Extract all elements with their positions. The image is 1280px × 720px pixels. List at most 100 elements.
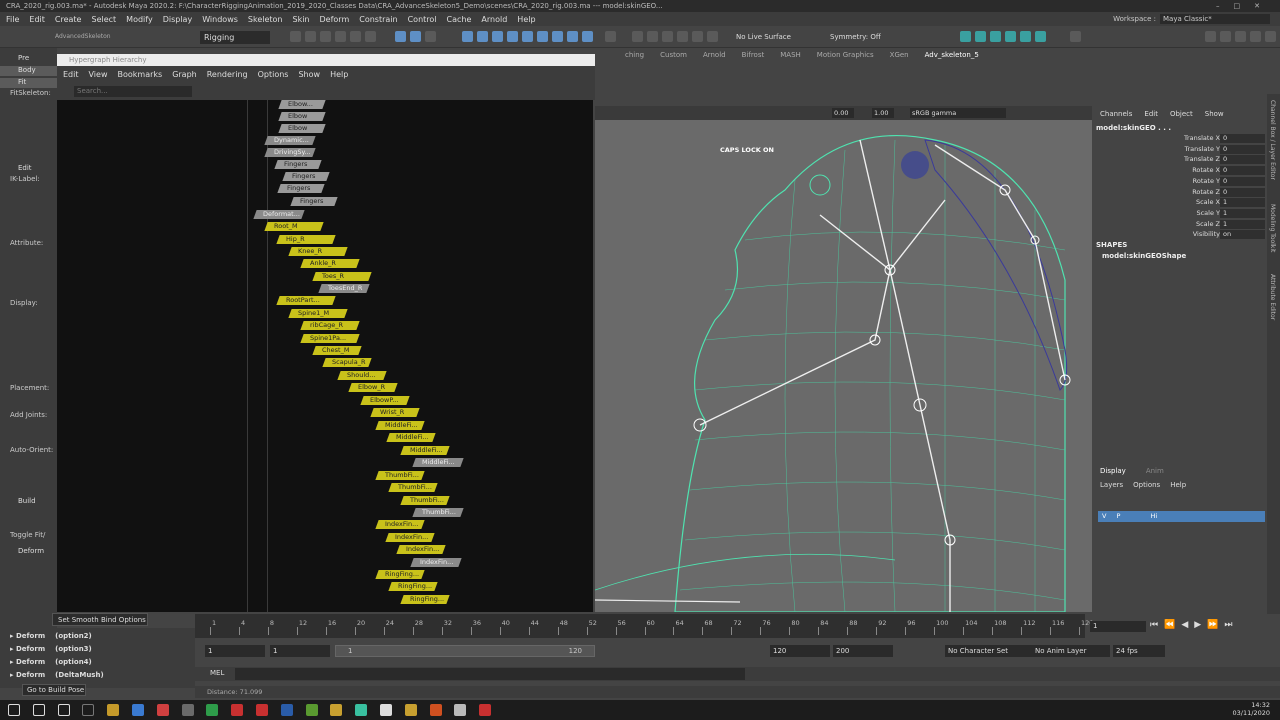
menu-file[interactable]: File	[6, 15, 19, 24]
layer-name[interactable]: Hi	[1151, 512, 1158, 520]
app-icon[interactable]	[454, 704, 467, 716]
step-forward-icon[interactable]: ⏩	[1207, 620, 1218, 630]
toolbar-tool-icon[interactable]	[537, 31, 548, 42]
toolbar-tool-icon[interactable]	[320, 31, 331, 42]
hierarchy-node[interactable]: Spine1_M	[288, 309, 348, 318]
hierarchy-node[interactable]: IndexFin...	[375, 520, 425, 529]
channel-attr-value[interactable]: 0	[1220, 187, 1265, 197]
hierarchy-node[interactable]: ThumbFi...	[375, 471, 425, 480]
playback-end-field[interactable]: 120	[770, 645, 830, 657]
file-explorer-icon[interactable]	[107, 704, 120, 716]
hierarchy-node[interactable]: RingFing...	[400, 595, 450, 604]
advskel-item[interactable]: Body	[0, 66, 57, 76]
hypergraph-menu-item[interactable]: Options	[258, 70, 289, 79]
channel-attr-name[interactable]: Translate X	[1150, 134, 1220, 142]
toolbar-tool-icon[interactable]	[395, 31, 406, 42]
start-time-field[interactable]: 1	[205, 645, 265, 657]
tab-attribute-editor[interactable]: Attribute Editor	[1269, 274, 1276, 320]
shelf-tab[interactable]: MASH	[780, 51, 801, 59]
toolbar-tool-icon[interactable]	[647, 31, 658, 42]
command-input[interactable]	[235, 668, 745, 680]
toolbar-tool-icon[interactable]	[335, 31, 346, 42]
hierarchy-node[interactable]: Toes_R	[312, 272, 372, 281]
advskel-item[interactable]: Build	[0, 497, 57, 507]
menu-skeleton[interactable]: Skeleton	[248, 15, 283, 24]
tab-modeling-toolkit[interactable]: Modeling Toolkit	[1269, 204, 1276, 252]
menu-help[interactable]: Help	[517, 15, 535, 24]
toolbar-tool-icon[interactable]	[1205, 31, 1216, 42]
anim-layer-dropdown[interactable]: No Anim Layer	[1032, 645, 1110, 657]
hierarchy-node[interactable]: ThumbFi...	[388, 483, 438, 492]
hierarchy-node[interactable]: Fingers	[282, 172, 330, 181]
hierarchy-node[interactable]: Elbow	[278, 112, 326, 121]
hierarchy-node[interactable]: MiddleFi...	[400, 446, 450, 455]
hypergraph-canvas[interactable]: Elbow... Elbow Elbow Dynamic... DrivingSy...…	[57, 100, 593, 612]
hierarchy-node[interactable]: Fingers	[274, 160, 322, 169]
hierarchy-node[interactable]: Elbow_R	[348, 383, 398, 392]
shelf-tab[interactable]: Motion Graphics	[817, 51, 874, 59]
tab-display[interactable]: Display	[1100, 467, 1126, 475]
app-icon[interactable]	[330, 704, 343, 716]
deform-row[interactable]: ▸ Deform (option4)	[10, 658, 92, 666]
hierarchy-node[interactable]: Ankle_R	[300, 259, 360, 268]
playback-start-field[interactable]: 1	[270, 645, 330, 657]
gamma-field[interactable]: 1.00	[872, 108, 894, 118]
channel-attr-value[interactable]: 1	[1220, 208, 1265, 218]
end-time-field[interactable]: 200	[833, 645, 893, 657]
hypergraph-menu-item[interactable]: Rendering	[207, 70, 248, 79]
window-controls[interactable]: –□✕	[1216, 0, 1274, 12]
channel-attr-name[interactable]: Rotate Y	[1150, 177, 1220, 185]
channel-attr-value[interactable]: on	[1220, 230, 1265, 240]
hypergraph-menu-item[interactable]: Show	[298, 70, 320, 79]
layer-menu-options[interactable]: Options	[1133, 481, 1160, 489]
channel-attr-value[interactable]: 1	[1220, 219, 1265, 229]
toolbar-tool-icon[interactable]	[1250, 31, 1261, 42]
hierarchy-node[interactable]: RingFing...	[375, 570, 425, 579]
go-to-start-icon[interactable]: ⏮	[1150, 620, 1158, 630]
advskel-item[interactable]: Deform	[0, 547, 57, 557]
toolbar-tool-icon[interactable]	[632, 31, 643, 42]
hierarchy-node[interactable]: Elbow	[278, 124, 326, 133]
app-icon[interactable]	[181, 704, 194, 716]
hypergraph-menu-item[interactable]: Bookmarks	[117, 70, 162, 79]
toolbar-tool-icon[interactable]	[1035, 31, 1046, 42]
hypergraph-search-input[interactable]: Search...	[74, 86, 192, 97]
spotify-icon[interactable]	[206, 704, 219, 716]
channel-attr-value[interactable]: 0	[1220, 155, 1265, 165]
toolbar-tool-icon[interactable]	[990, 31, 1001, 42]
hierarchy-node[interactable]: ThumbFi...	[412, 508, 464, 517]
toolbar-tool-icon[interactable]	[692, 31, 703, 42]
photoshop-icon[interactable]	[280, 704, 293, 716]
menu-modify[interactable]: Modify	[126, 15, 153, 24]
toolbar-tool-icon[interactable]	[552, 31, 563, 42]
exposure-field[interactable]: 0.00	[832, 108, 854, 118]
tab-channel-box[interactable]: Channel Box / Layer Editor	[1269, 100, 1276, 180]
app-icon[interactable]	[305, 704, 318, 716]
hypergraph-menu-item[interactable]: View	[89, 70, 108, 79]
toolbar-tool-icon[interactable]	[492, 31, 503, 42]
app-icon[interactable]	[404, 704, 417, 716]
toolbar-tool-icon[interactable]	[350, 31, 361, 42]
hierarchy-node[interactable]: RingFing...	[388, 582, 438, 591]
channel-attr-name[interactable]: Translate Y	[1150, 145, 1220, 153]
hierarchy-node[interactable]: ThumbFi...	[400, 496, 450, 505]
channelbox-menu-item[interactable]: Edit	[1144, 110, 1158, 118]
toolbar-tool-icon[interactable]	[582, 31, 593, 42]
menu-edit[interactable]: Edit	[29, 15, 45, 24]
channel-attr-name[interactable]: Rotate Z	[1150, 188, 1220, 196]
layer-menu-help[interactable]: Help	[1170, 481, 1186, 489]
toolbar-tool-icon[interactable]	[1070, 31, 1081, 42]
symmetry-label[interactable]: Symmetry: Off	[830, 33, 881, 41]
windows-start-icon[interactable]	[8, 704, 20, 716]
task-view-icon[interactable]	[57, 704, 70, 716]
menu-select[interactable]: Select	[91, 15, 116, 24]
character-set-dropdown[interactable]: No Character Set	[945, 645, 1035, 657]
toolbar-tool-icon[interactable]	[1020, 31, 1031, 42]
menuset-dropdown[interactable]: Rigging	[200, 31, 270, 44]
layer-playback-toggle[interactable]: P	[1117, 512, 1121, 520]
toolbar-tool-icon[interactable]	[410, 31, 421, 42]
hierarchy-node[interactable]: RootPart...	[276, 296, 336, 305]
hierarchy-node[interactable]: Wrist_R	[370, 408, 420, 417]
deform-row[interactable]: ▸ Deform (option2)	[10, 632, 92, 640]
shelf-tab[interactable]: XGen	[890, 51, 909, 59]
